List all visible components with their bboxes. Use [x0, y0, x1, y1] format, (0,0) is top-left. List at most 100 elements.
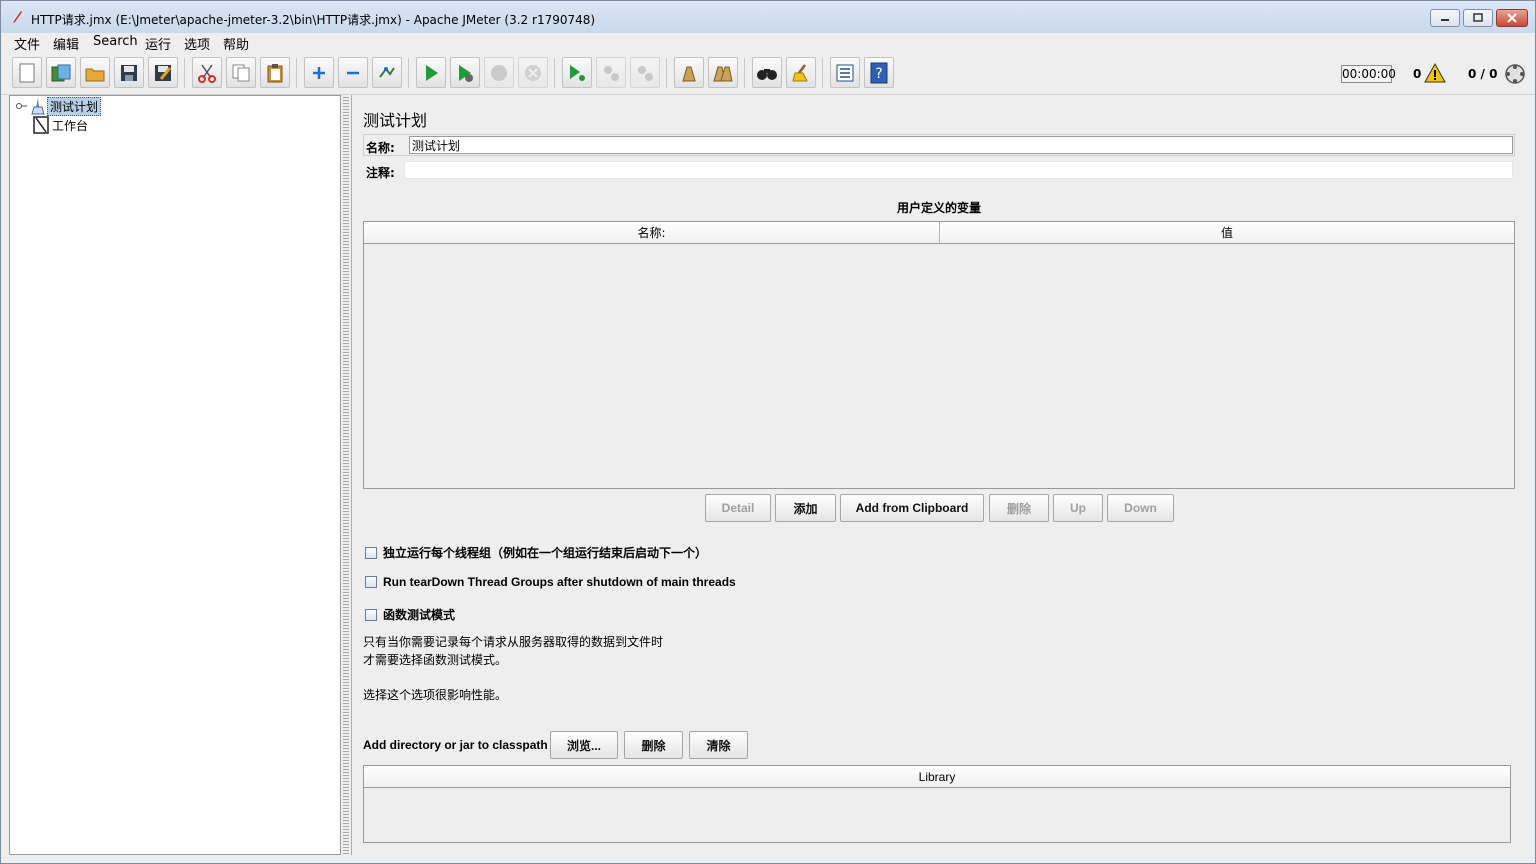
save-button[interactable]: [114, 57, 144, 88]
functional-mode-option[interactable]: 函数测试模式: [365, 606, 455, 623]
move-up-button[interactable]: Up: [1053, 494, 1103, 522]
open-button[interactable]: [80, 57, 110, 88]
open-icon: [85, 68, 105, 81]
serialize-threadgroups-label: 独立运行每个线程组（例如在一个组运行结束后启动下一个）: [383, 546, 708, 560]
save-as-button[interactable]: [148, 57, 178, 88]
menu-options[interactable]: 选项: [182, 34, 212, 53]
serialize-threadgroups-checkbox[interactable]: [365, 546, 377, 559]
functional-mode-checkbox[interactable]: [365, 608, 377, 621]
collapse-icon: [347, 71, 359, 74]
tree-node-test-plan[interactable]: 测试计划: [15, 96, 102, 116]
expand-all-button[interactable]: [304, 57, 334, 88]
templates-button[interactable]: [46, 57, 76, 88]
clear-button[interactable]: [674, 57, 704, 88]
paste-button[interactable]: [260, 57, 290, 88]
name-label: 名称:: [366, 141, 395, 155]
menu-search[interactable]: Search: [91, 34, 140, 49]
start-button[interactable]: [416, 57, 446, 88]
new-button[interactable]: [12, 57, 42, 88]
toolbar-separator: [296, 58, 297, 88]
panel-splitter[interactable]: [343, 95, 349, 855]
svg-text:?: ?: [875, 66, 882, 82]
start-no-pauses-button[interactable]: [450, 57, 480, 88]
minimize-button[interactable]: [1430, 9, 1460, 27]
help-button[interactable]: ?: [864, 57, 894, 88]
column-header-value[interactable]: 值: [940, 222, 1514, 244]
menu-edit[interactable]: 编辑: [51, 34, 81, 53]
tree-handle-icon: [16, 103, 27, 109]
add-button[interactable]: 添加: [775, 494, 836, 522]
test-plan-panel: 测试计划 名称: 注释: 用户定义的变量 名称: 值 Detail 添加 Add…: [351, 95, 1532, 855]
search-button[interactable]: [752, 57, 782, 88]
menu-bar: 文件 编辑 Search 运行 选项 帮助: [1, 33, 1535, 53]
toggle-icon: [379, 66, 395, 78]
cut-button[interactable]: [192, 57, 222, 88]
warning-icon[interactable]: [1424, 63, 1446, 83]
active-threads: 0 / 0: [1468, 67, 1498, 81]
user-variables-table[interactable]: 名称: 值: [363, 221, 1515, 489]
add-from-clipboard-button[interactable]: Add from Clipboard: [840, 494, 984, 522]
browse-button[interactable]: 浏览...: [550, 731, 618, 759]
stop-button[interactable]: [484, 57, 514, 88]
column-header-name[interactable]: 名称:: [364, 222, 940, 244]
functional-mode-note-line1: 只有当你需要记录每个请求从服务器取得的数据到文件时: [363, 635, 664, 649]
copy-icon: [232, 64, 250, 81]
jmeter-window: HTTP请求.jmx (E:\Jmeter\apache-jmeter-3.2\…: [0, 0, 1536, 864]
functional-mode-label: 函数测试模式: [383, 608, 456, 622]
library-table[interactable]: Library: [363, 765, 1511, 843]
name-input[interactable]: [409, 136, 1513, 154]
functional-mode-note-line2: 才需要选择函数测试模式。: [363, 653, 508, 667]
serialize-threadgroups-option[interactable]: 独立运行每个线程组（例如在一个组运行结束后启动下一个）: [365, 544, 707, 561]
remote-shutdown-button[interactable]: [630, 57, 660, 88]
function-helper-button[interactable]: [830, 57, 860, 88]
remote-start-button[interactable]: [562, 57, 592, 88]
reset-search-button[interactable]: [786, 57, 816, 88]
remote-stop-button[interactable]: [596, 57, 626, 88]
delete-classpath-button[interactable]: 删除: [624, 731, 683, 759]
variables-caption: 用户定义的变量: [896, 201, 981, 215]
start-icon: [426, 64, 438, 81]
new-icon: [19, 63, 35, 82]
maximize-button[interactable]: [1463, 9, 1493, 27]
collapse-all-button[interactable]: [338, 57, 368, 88]
toggle-button[interactable]: [372, 57, 402, 88]
function-helper-icon: [836, 64, 854, 81]
delete-variable-button[interactable]: 删除: [989, 494, 1049, 522]
menu-file[interactable]: 文件: [12, 34, 42, 53]
clear-classpath-button[interactable]: 清除: [689, 731, 748, 759]
remote-globe-icon: [1505, 64, 1525, 84]
teardown-checkbox[interactable]: [365, 576, 377, 588]
copy-button[interactable]: [226, 57, 256, 88]
templates-icon: [51, 64, 71, 81]
search-icon: [757, 68, 777, 80]
toolbar-separator: [184, 58, 185, 88]
tree-label-workbench[interactable]: 工作台: [50, 117, 90, 134]
toolbar-separator: [822, 58, 823, 88]
column-header-library[interactable]: Library: [364, 766, 1510, 788]
detail-button[interactable]: Detail: [705, 494, 771, 522]
page-title: 测试计划: [363, 111, 428, 130]
test-plan-icon: [31, 98, 45, 115]
move-down-button[interactable]: Down: [1107, 494, 1174, 522]
close-button[interactable]: [1496, 9, 1528, 27]
paste-icon: [267, 63, 283, 82]
tree-label-test-plan[interactable]: 测试计划: [47, 96, 102, 116]
comment-field-row: 注释:: [363, 159, 1515, 181]
menu-run[interactable]: 运行: [143, 34, 173, 53]
test-plan-tree: 测试计划 工作台: [9, 95, 341, 855]
comment-label: 注释:: [366, 166, 395, 180]
help-icon: ?: [870, 62, 888, 83]
tree-node-workbench[interactable]: 工作台: [32, 116, 90, 134]
window-title: HTTP请求.jmx (E:\Jmeter\apache-jmeter-3.2\…: [31, 13, 596, 27]
toolbar-separator: [744, 58, 745, 88]
teardown-option[interactable]: Run tearDown Thread Groups after shutdow…: [365, 575, 736, 589]
clear-icon: [682, 66, 696, 81]
remote-start-icon: [570, 64, 585, 81]
minimize-icon: [1441, 19, 1449, 21]
remote-shutdown-icon: [638, 65, 653, 81]
elapsed-timer: 00:00:00: [1341, 65, 1396, 83]
menu-help[interactable]: 帮助: [221, 34, 251, 53]
shutdown-button[interactable]: [518, 57, 548, 88]
clear-all-button[interactable]: [708, 57, 738, 88]
comment-input[interactable]: [404, 161, 1513, 179]
